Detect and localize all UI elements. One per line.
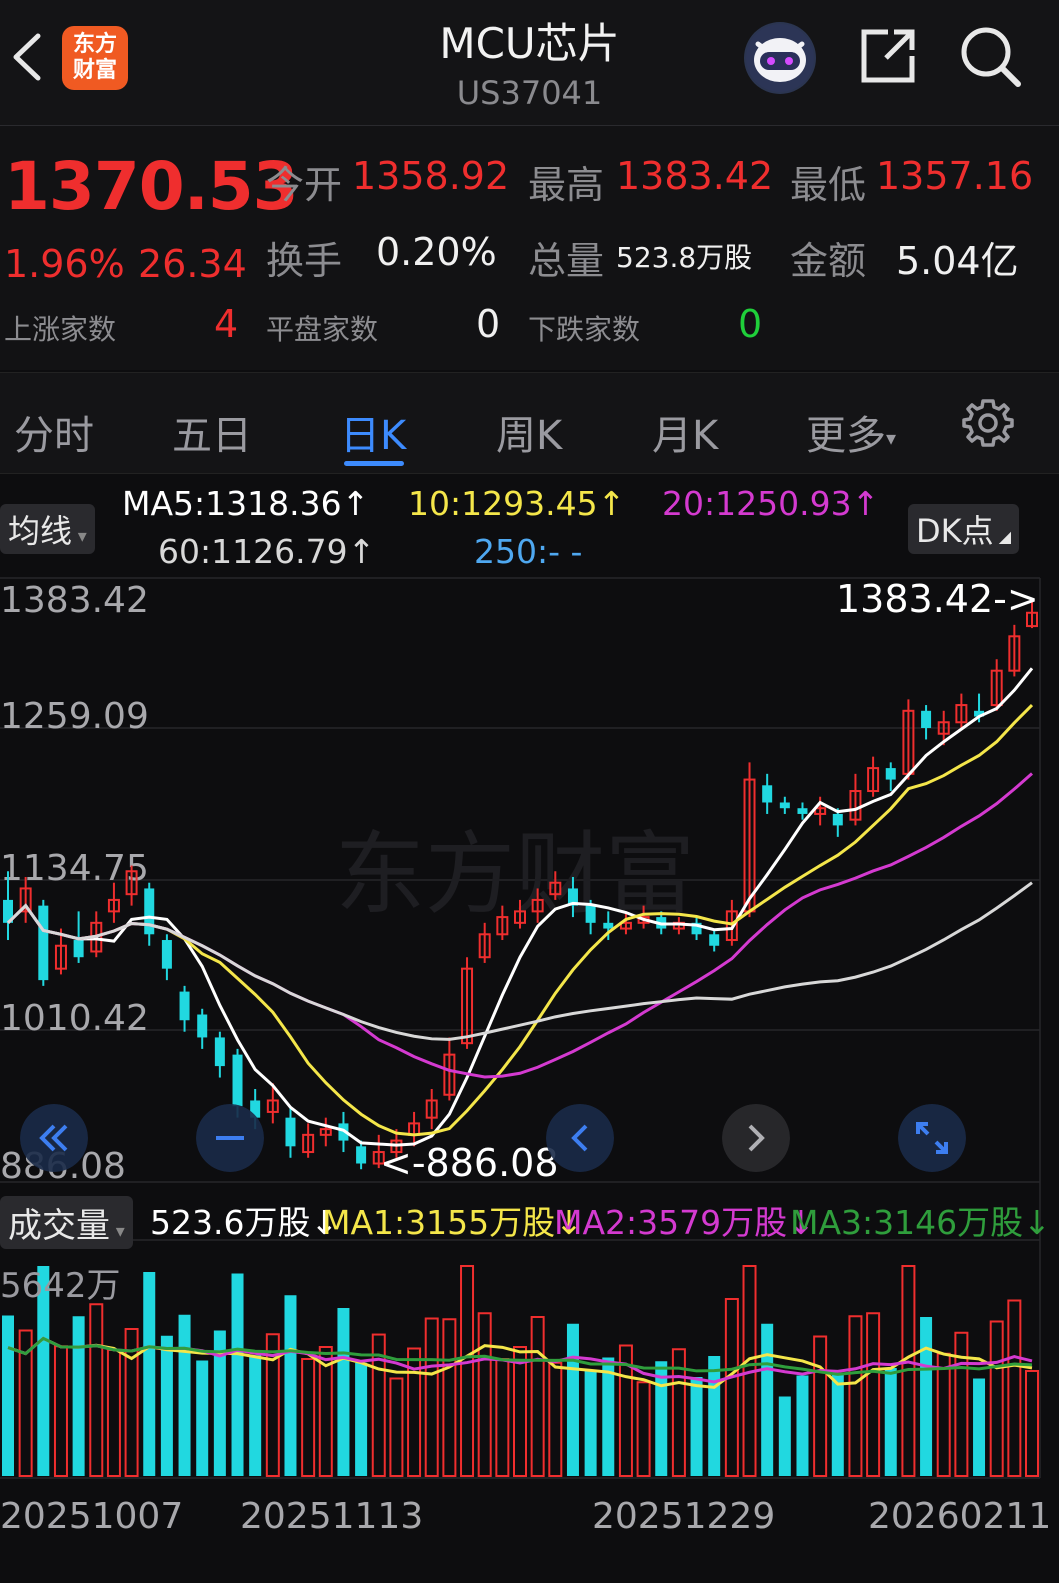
volume-bar xyxy=(548,1361,563,1477)
volume-bar xyxy=(602,1357,615,1476)
date-tick-label: 20260211 xyxy=(868,1496,1051,1537)
volume-bar xyxy=(178,1314,191,1476)
volume-bar xyxy=(284,1295,297,1476)
volume-bar xyxy=(778,1396,791,1476)
volume-bar xyxy=(761,1323,774,1476)
volume-bar xyxy=(355,1362,368,1476)
kline-chart[interactable]: 东方财富 1383.421259.091134.751010.42886.08 … xyxy=(0,0,1059,1583)
volume-bar xyxy=(231,1273,244,1476)
volume-bar xyxy=(106,1349,121,1477)
volume-bar xyxy=(831,1373,844,1476)
volume-bar xyxy=(160,1335,173,1476)
price-tick-label: 1383.42 xyxy=(0,580,149,621)
chart-grid xyxy=(0,577,1041,1479)
volume-bar xyxy=(530,1316,545,1477)
candle-body xyxy=(921,710,932,728)
candle-body xyxy=(832,813,843,826)
volume-bar xyxy=(690,1377,703,1476)
volume-bar xyxy=(477,1312,492,1477)
date-tick-label: 20251007 xyxy=(0,1496,183,1537)
volume-bar xyxy=(53,1345,68,1477)
volume-bar xyxy=(848,1315,863,1477)
date-axis: 20251007 20251113 20251229 20260211 xyxy=(0,1496,1051,1537)
candle-body xyxy=(797,808,808,814)
candle-body xyxy=(779,802,790,809)
scroll-left-icon[interactable] xyxy=(546,1104,614,1172)
volume-bar xyxy=(249,1355,262,1476)
volume-bar xyxy=(708,1356,721,1476)
indicator-selector[interactable]: 成交量 ▾ xyxy=(0,1196,133,1249)
volume-bar xyxy=(920,1317,933,1476)
volume-value: 523.6万股↓ xyxy=(150,1203,339,1242)
volume-axis-max: 5642万 xyxy=(0,1266,121,1306)
date-tick-label: 20251229 xyxy=(592,1496,775,1537)
scroll-right-icon[interactable] xyxy=(722,1104,790,1172)
volume-bar xyxy=(89,1303,104,1477)
volume-bar xyxy=(989,1320,1004,1477)
volume-bar xyxy=(196,1360,209,1476)
price-tick-label: 1010.42 xyxy=(0,998,149,1039)
candle-body xyxy=(73,940,84,958)
candle-body xyxy=(197,1014,208,1038)
volume-bar xyxy=(936,1352,951,1477)
volume-bar xyxy=(2,1315,14,1476)
min-price-marker: <-886.08 xyxy=(380,1141,559,1185)
fullscreen-icon[interactable] xyxy=(898,1104,966,1172)
candle-body xyxy=(285,1117,296,1147)
volume-bar xyxy=(460,1265,475,1477)
volume-bar xyxy=(724,1298,739,1477)
volume-bar xyxy=(337,1308,350,1476)
volume-bar xyxy=(796,1375,809,1476)
volume-bar xyxy=(495,1358,510,1477)
volume-bar xyxy=(143,1272,156,1476)
candle-body xyxy=(762,785,773,803)
volume-bar xyxy=(866,1312,881,1477)
candle-body xyxy=(709,934,720,946)
candle-body xyxy=(885,768,896,780)
candle-body xyxy=(38,905,49,981)
volume-bar xyxy=(813,1335,828,1477)
date-tick-label: 20251113 xyxy=(240,1496,423,1537)
volume-ma2: MA2:3579万股↓ xyxy=(554,1203,815,1242)
volume-bar xyxy=(1007,1299,1022,1477)
volume-bar xyxy=(954,1331,969,1477)
volume-bar xyxy=(884,1368,897,1476)
volume-bar xyxy=(636,1381,651,1477)
volume-bar xyxy=(442,1318,457,1477)
volume-ma3: MA3:3146万股↓ xyxy=(790,1203,1051,1242)
scroll-to-start-icon[interactable] xyxy=(20,1104,88,1172)
candle-body xyxy=(214,1037,225,1067)
volume-bar xyxy=(973,1378,986,1476)
candle-body xyxy=(356,1146,367,1164)
candle-body xyxy=(144,888,155,935)
candle-body xyxy=(603,922,614,929)
volume-bar xyxy=(72,1316,85,1476)
volume-bar xyxy=(1025,1369,1039,1478)
candle-body xyxy=(161,940,172,969)
volume-bar xyxy=(513,1346,527,1477)
zoom-out-icon[interactable] xyxy=(196,1104,264,1172)
dropdown-caret-icon: ▾ xyxy=(110,1221,125,1242)
volume-bar xyxy=(424,1317,439,1477)
indicator-selector-label: 成交量 xyxy=(8,1206,110,1246)
volume-bar xyxy=(566,1323,579,1476)
volume-ma1: MA1:3155万股↓ xyxy=(322,1203,583,1242)
candle-body xyxy=(179,991,190,1021)
volume-bar xyxy=(584,1369,597,1476)
candle-body xyxy=(585,905,596,923)
max-price-marker: 1383.42-> xyxy=(836,577,1039,621)
price-tick-label: 1259.09 xyxy=(0,696,149,737)
volume-bar xyxy=(301,1358,316,1477)
volume-bar xyxy=(389,1377,404,1477)
candle-body xyxy=(232,1054,243,1107)
